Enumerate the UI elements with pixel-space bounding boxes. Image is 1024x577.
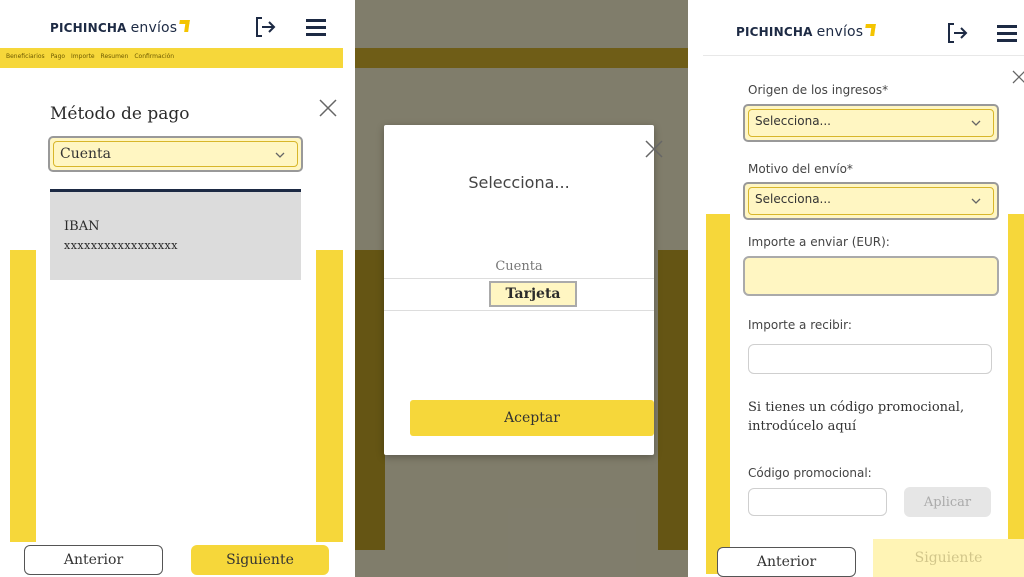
account-card[interactable]: IBAN xxxxxxxxxxxxxxxxx — [50, 189, 301, 280]
modal-title: Selecciona... — [468, 173, 570, 192]
select-value: Cuenta — [60, 146, 112, 162]
decor-right — [316, 250, 343, 542]
accept-button[interactable]: Aceptar — [410, 400, 654, 436]
chevron-down-icon — [275, 152, 285, 158]
option-tarjeta[interactable]: Tarjeta — [489, 281, 577, 307]
receive-amount-label: Importe a recibir: — [748, 318, 852, 332]
brand-logo: PICHINCHA envíos — [50, 20, 191, 36]
breadcrumb-step: Confirmación — [134, 53, 175, 60]
origin-label: Origen de los ingresos* — [748, 83, 889, 97]
logout-icon[interactable] — [254, 16, 276, 38]
breadcrumb-step: Resumen — [100, 53, 129, 60]
brand-name: PICHINCHA — [50, 21, 127, 35]
payment-method-select[interactable]: Cuenta — [48, 136, 303, 172]
promo-code-label: Código promocional: — [748, 466, 872, 480]
select-modal: Selecciona... Cuenta Tarjeta Aceptar — [384, 125, 663, 455]
decor-right — [1008, 214, 1024, 574]
decor-left — [10, 250, 36, 542]
promo-code-input[interactable] — [748, 488, 887, 516]
brand-logo: PICHINCHA envíos — [736, 24, 877, 40]
select-value: Selecciona... — [755, 192, 831, 206]
close-icon[interactable] — [318, 98, 338, 118]
next-button[interactable]: Siguiente — [191, 545, 329, 575]
app-header: PICHINCHA envíos — [0, 0, 343, 48]
breadcrumb-step: Pago — [50, 53, 66, 60]
page-title: Método de pago — [50, 104, 190, 124]
amount-form-screen: PICHINCHA envíos Origen de los ingresos*… — [703, 0, 1024, 577]
select-value: Selecciona... — [755, 114, 831, 128]
brand-name: PICHINCHA — [736, 25, 813, 39]
logout-icon[interactable] — [946, 22, 968, 44]
promo-text: Si tienes un código promocional, introdú… — [748, 400, 965, 434]
breadcrumb-step: Importe — [71, 53, 95, 60]
select-modal-screen: Selecciona... Cuenta Tarjeta Aceptar — [355, 0, 688, 577]
breadcrumb: Beneficiarios Pago Importe Resumen Confi… — [6, 53, 178, 60]
decor-left — [706, 214, 730, 574]
brand-subname: envíos — [130, 20, 178, 36]
account-number: xxxxxxxxxxxxxxxxx — [64, 239, 178, 252]
send-amount-input[interactable] — [743, 256, 999, 296]
hamburger-menu-icon[interactable] — [996, 22, 1018, 44]
brand-subname: envíos — [816, 24, 864, 40]
close-icon[interactable] — [1012, 70, 1024, 84]
origin-select[interactable]: Selecciona... — [743, 104, 999, 142]
breadcrumb-step: Beneficiarios — [6, 53, 45, 60]
receive-amount-input[interactable] — [748, 344, 992, 374]
option-cuenta[interactable]: Cuenta — [384, 259, 654, 274]
send-amount-label: Importe a enviar (EUR): — [748, 235, 890, 249]
previous-button[interactable]: Anterior — [24, 545, 163, 575]
app-header: PICHINCHA envíos — [703, 0, 1024, 48]
chevron-down-icon — [971, 120, 981, 126]
apply-button[interactable]: Aplicar — [904, 487, 991, 517]
hamburger-menu-icon[interactable] — [305, 16, 327, 38]
reason-select[interactable]: Selecciona... — [743, 182, 999, 220]
account-label: IBAN — [64, 219, 100, 234]
reason-label: Motivo del envío* — [748, 162, 853, 176]
chevron-down-icon — [971, 198, 981, 204]
close-icon[interactable] — [644, 139, 664, 159]
next-button[interactable]: Siguiente — [873, 539, 1024, 577]
payment-method-screen: PICHINCHA envíos Beneficiarios Pago Impo… — [0, 0, 343, 577]
previous-button[interactable]: Anterior — [717, 547, 856, 577]
